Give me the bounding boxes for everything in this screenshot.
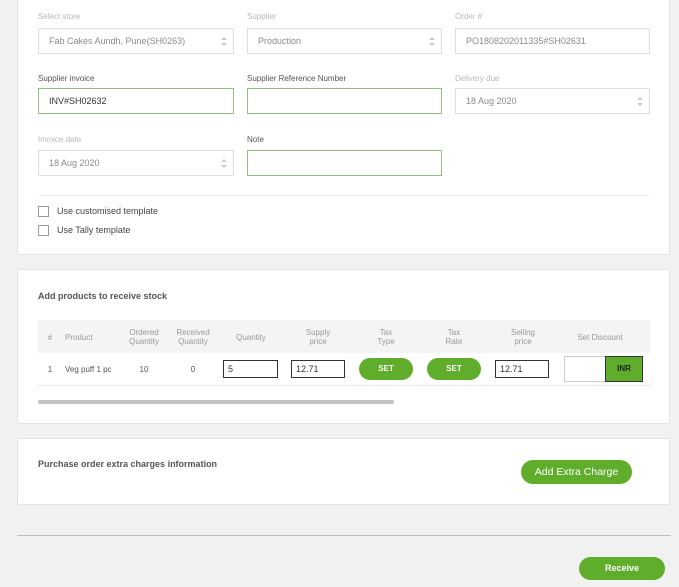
- custom-template-label: Use customised template: [57, 206, 159, 216]
- discount-currency-button[interactable]: INR: [605, 356, 643, 382]
- header-ordered: Ordered Quantity: [129, 328, 159, 346]
- store-value: Fab Cakes Aundh, Pune(SH0263): [49, 36, 186, 46]
- products-table: # Product Ordered Quantity Received Quan…: [38, 320, 650, 386]
- tally-template-label: Use Tally template: [57, 225, 131, 235]
- add-extra-charge-button[interactable]: Add Extra Charge: [521, 460, 632, 484]
- tax-type-set-button[interactable]: SET: [359, 358, 413, 380]
- header-num: #: [47, 333, 53, 342]
- supplier-invoice-input[interactable]: INV#SH02632: [38, 88, 234, 114]
- header-quantity: Quantity: [236, 333, 266, 342]
- products-card: Add products to receive stock # Product …: [17, 269, 670, 424]
- header-selling-price: Selling price: [510, 328, 535, 346]
- store-label: Select store: [38, 12, 81, 21]
- receive-form-card: Select store Fab Cakes Aundh, Pune(SH026…: [17, 0, 670, 255]
- table-horizontal-scrollbar[interactable]: [38, 400, 394, 404]
- delivery-due-label: Delivery due: [455, 74, 500, 83]
- supplier-select[interactable]: Production: [247, 28, 442, 54]
- invoice-date-field[interactable]: 18 Aug 2020: [38, 150, 234, 176]
- custom-template-checkbox[interactable]: [38, 205, 49, 217]
- header-received: Received Quantity: [176, 328, 210, 346]
- supplier-ref-label: Supplier Reference Number: [247, 74, 347, 83]
- extra-charges-card: Purchase order extra charges information…: [17, 438, 670, 505]
- table-header: # Product Ordered Quantity Received Quan…: [38, 320, 650, 353]
- order-number-field: PO1808202011335#SH02631: [455, 28, 650, 54]
- row-ordered: 10: [139, 365, 149, 374]
- header-product: Product: [65, 333, 93, 342]
- tally-template-checkbox[interactable]: [38, 224, 49, 236]
- select-arrows-icon: [221, 37, 227, 46]
- note-input[interactable]: [247, 150, 442, 176]
- supplier-ref-input[interactable]: [247, 88, 442, 114]
- row-received: 0: [190, 365, 196, 374]
- header-supply-price: Supply price: [305, 328, 331, 346]
- row-product: Veg puff 1 pc: [65, 365, 112, 374]
- tally-template-option[interactable]: Use Tally template: [38, 223, 130, 237]
- delivery-due-value: 18 Aug 2020: [466, 96, 517, 106]
- order-label: Order #: [455, 12, 483, 21]
- delivery-due-field[interactable]: 18 Aug 2020: [455, 88, 650, 114]
- selling-price-input[interactable]: 12.71: [495, 360, 549, 378]
- footer-divider: [17, 535, 671, 536]
- quantity-input[interactable]: 5: [223, 360, 278, 378]
- supplier-label: Supplier: [247, 12, 277, 21]
- products-title: Add products to receive stock: [38, 291, 168, 301]
- row-num: 1: [47, 365, 53, 374]
- supplier-invoice-label: Supplier invoice: [38, 74, 95, 83]
- extra-charges-title: Purchase order extra charges information: [38, 459, 218, 469]
- invoice-date-value: 18 Aug 2020: [49, 158, 100, 168]
- supplier-value: Production: [258, 36, 302, 46]
- header-tax-rate: Tax Rate: [445, 328, 463, 346]
- tax-rate-set-button[interactable]: SET: [427, 358, 481, 380]
- form-divider: [38, 195, 649, 196]
- table-row: 1 Veg puff 1 pc 10 0 5 12.71 SET SET 12.…: [38, 353, 650, 386]
- receive-button[interactable]: Receive: [579, 557, 665, 580]
- select-arrows-icon: [637, 97, 643, 106]
- invoice-date-label: Invoice date: [38, 135, 82, 144]
- discount-input[interactable]: [564, 356, 606, 382]
- note-label: Note: [247, 135, 264, 144]
- select-arrows-icon: [429, 37, 435, 46]
- store-select[interactable]: Fab Cakes Aundh, Pune(SH0263): [38, 28, 234, 54]
- select-arrows-icon: [221, 159, 227, 168]
- custom-template-option[interactable]: Use customised template: [38, 204, 158, 218]
- header-set-discount: Set Discount: [577, 333, 623, 342]
- header-tax-type: Tax Type: [377, 328, 395, 346]
- supply-price-input[interactable]: 12.71: [291, 360, 345, 378]
